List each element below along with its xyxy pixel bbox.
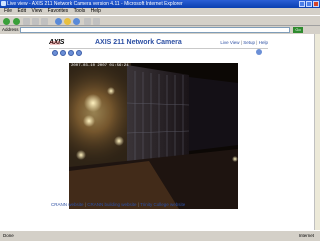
menu-edit[interactable]: Edit: [17, 8, 26, 14]
address-label: Address: [2, 27, 19, 32]
setup-link[interactable]: Setup: [243, 40, 255, 45]
go-button[interactable]: Go: [293, 27, 303, 33]
search-icon[interactable]: [55, 18, 62, 25]
forward-icon[interactable]: [13, 18, 20, 25]
page-title: AXIS 211 Network Camera: [95, 39, 182, 46]
camera-video-feed: 2007-03-10 2007 01:56:24: [69, 63, 238, 209]
favorites-icon[interactable]: [64, 18, 71, 25]
camera-scene: [69, 63, 238, 209]
live-view-link[interactable]: Live View: [220, 40, 239, 45]
page-header: AXIS AXIS 211 Network Camera Live View |…: [49, 38, 268, 49]
trinity-college-website-link[interactable]: Trinity College website: [140, 202, 185, 207]
menu-help[interactable]: Help: [91, 8, 101, 14]
window-title: Live view - AXIS 211 Network Camera vers…: [7, 1, 183, 7]
crann-building-website-link[interactable]: CRANN building website: [87, 202, 136, 207]
axis-logo: AXIS: [49, 39, 65, 46]
browser-toolbar: [0, 15, 320, 26]
mail-icon[interactable]: [84, 18, 91, 25]
address-input[interactable]: [20, 27, 290, 33]
help-button[interactable]: [254, 48, 264, 55]
menu-view[interactable]: View: [31, 8, 42, 14]
maximize-button[interactable]: [306, 1, 312, 7]
view-size-icon[interactable]: [52, 50, 58, 56]
video-timestamp: 2007-03-10 2007 01:56:24: [71, 64, 129, 68]
top-links: Live View | Setup | Help: [220, 40, 268, 45]
status-text: Done: [3, 233, 14, 238]
snapshot-icon[interactable]: [60, 50, 66, 56]
stop-icon[interactable]: [23, 18, 30, 25]
vertical-scrollbar[interactable]: [314, 34, 320, 230]
play-icon[interactable]: [68, 50, 74, 56]
status-bar: Done Internet: [0, 230, 320, 241]
close-button[interactable]: [313, 1, 319, 7]
menu-bar: File Edit View Favorites Tools Help: [0, 8, 320, 15]
page-content: AXIS AXIS 211 Network Camera Live View |…: [0, 34, 314, 230]
print-icon[interactable]: [93, 18, 100, 25]
back-icon[interactable]: [3, 18, 10, 25]
crann-website-link[interactable]: CRANN website: [51, 202, 84, 207]
address-bar: Address Go: [0, 26, 320, 34]
menu-file[interactable]: File: [4, 8, 12, 14]
ie-app-icon: [1, 1, 6, 6]
refresh-icon[interactable]: [32, 18, 39, 25]
help-icon[interactable]: [256, 49, 262, 55]
footer-links: CRANN website | CRANN building website |…: [51, 202, 186, 207]
window-title-bar: Live view - AXIS 211 Network Camera vers…: [0, 0, 320, 8]
menu-tools[interactable]: Tools: [74, 8, 86, 14]
minimize-button[interactable]: [299, 1, 305, 7]
stop-stream-icon[interactable]: [76, 50, 82, 56]
history-icon[interactable]: [73, 18, 80, 25]
help-link[interactable]: Help: [259, 40, 268, 45]
home-icon[interactable]: [41, 18, 48, 25]
menu-favorites[interactable]: Favorites: [48, 8, 69, 14]
